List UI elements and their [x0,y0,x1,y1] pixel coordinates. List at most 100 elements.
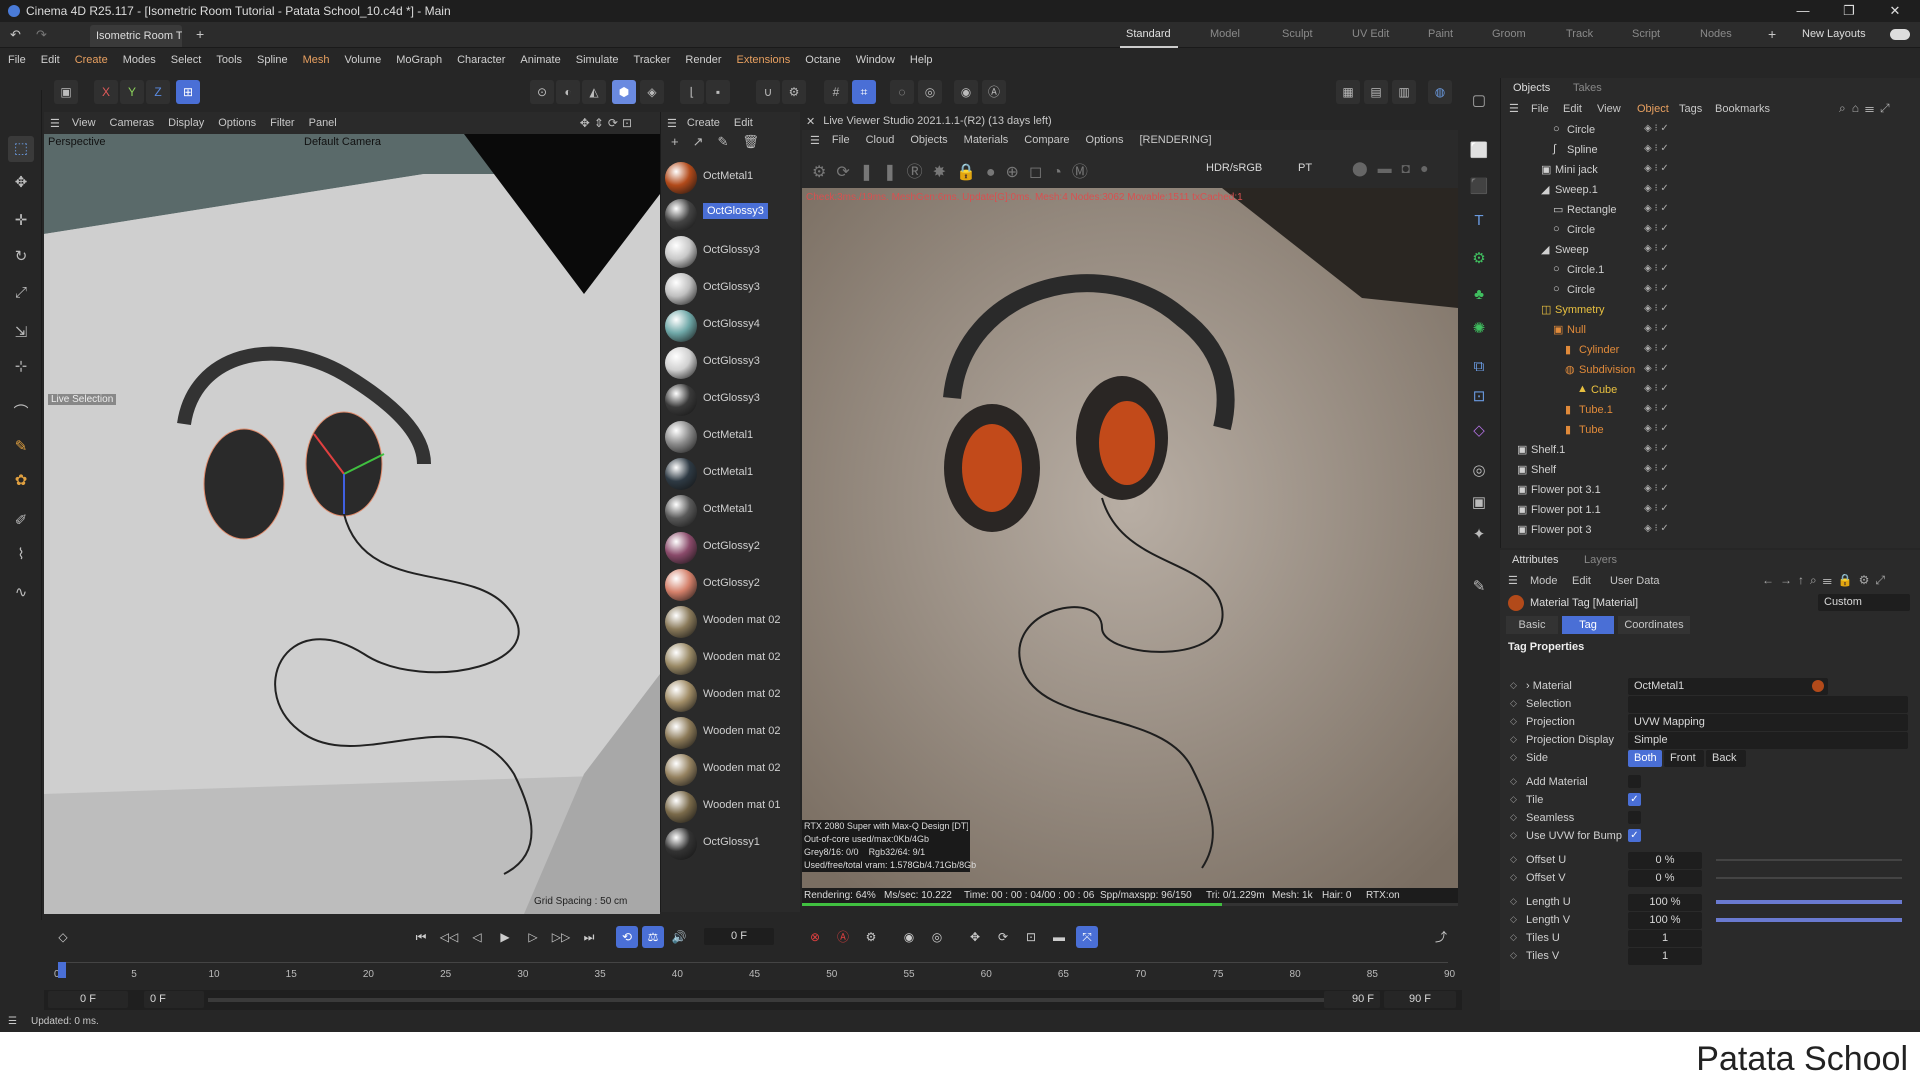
range-end2-field[interactable]: 90 F [1384,991,1456,1008]
knife-tool-icon[interactable]: ⌒ [8,400,34,426]
anim-diamond-icon[interactable]: ◇ [1510,872,1517,883]
scale-tool-icon[interactable]: ⤢ [8,280,34,306]
camera-label[interactable]: Default Camera [304,136,381,148]
layout-tab-sculpt[interactable]: Sculpt [1282,28,1313,40]
new-layouts-button[interactable]: New Layouts [1802,28,1866,40]
motion-icon[interactable]: ⤧ [1076,926,1098,948]
keyframe-diamond-icon[interactable]: ◇ [52,926,74,948]
obj-menu-edit[interactable]: Edit [1563,103,1582,115]
layout-tab-uv-edit[interactable]: UV Edit [1352,28,1389,40]
status-menu-icon[interactable]: ☰ [8,1016,17,1027]
viewport-menu-view[interactable]: View [72,117,96,129]
octane-viewer-icon[interactable]: ▢ [1466,88,1492,114]
lv-menu-options[interactable]: Options [1086,134,1124,146]
length-v-slider[interactable] [1716,918,1902,922]
visibility-icons[interactable]: ◈ ⁝ ✓ [1644,523,1669,534]
render-region-icon[interactable]: ▦ [1336,80,1360,104]
axis-y-button[interactable]: Y [120,80,144,104]
material-item[interactable]: OctGlossy2 [661,530,793,564]
smooth-tool-icon[interactable]: ⌇ [8,542,34,568]
add-material-checkbox[interactable] [1628,775,1641,788]
visibility-icons[interactable]: ◈ ⁝ ✓ [1644,503,1669,514]
effector-icon[interactable]: ✺ [1466,316,1492,342]
light-bulb-icon[interactable]: ✦ [1466,522,1492,548]
lv-tool-icons[interactable]: ⚙⟳❚❚Ⓡ✸🔒●⊕◻◔Ⓜ [812,158,1098,182]
material-item[interactable]: Wooden mat 02 [661,641,793,675]
workplane-icon[interactable]: ⌊ [680,80,704,104]
viewport-menu-options[interactable]: Options [218,117,256,129]
material-item[interactable]: Wooden mat 02 [661,604,793,638]
obj-menu-file[interactable]: File [1531,103,1549,115]
document-tab[interactable]: Isometric Room T... ✕ [90,25,182,47]
undo-icon[interactable]: ↶ [10,27,21,43]
obj-menu-tags[interactable]: Tags [1679,103,1702,115]
anim-diamond-icon[interactable]: ◇ [1510,716,1517,727]
timeline-window-icon[interactable]: ⤴ [1430,926,1452,948]
axis-tool-icon[interactable]: ⊹ [8,354,34,380]
viewport-menu-panel[interactable]: Panel [309,117,337,129]
visibility-icons[interactable]: ◈ ⁝ ✓ [1644,443,1669,454]
deformer-icon[interactable]: ⧉ [1466,354,1492,380]
layout-tab-nodes[interactable]: Nodes [1700,28,1732,40]
side-both-button[interactable]: Both [1628,750,1662,767]
menu-character[interactable]: Character [457,54,505,66]
material-menu-edit[interactable]: Edit [734,117,753,129]
object-row[interactable]: ▣ Flower pot 3 ◈ ⁝ ✓ [1501,520,1920,540]
move-tool-icon[interactable]: ✛ [8,208,34,234]
prev-frame-icon[interactable]: ◁ [466,926,488,948]
menu-window[interactable]: Window [856,54,895,66]
menu-file[interactable]: File [8,54,26,66]
object-row[interactable]: ○ Circle ◈ ⁝ ✓ [1501,220,1920,240]
key-rot-icon[interactable]: ◎ [926,926,948,948]
lv-menu-cloud[interactable]: Cloud [866,134,895,146]
light-icon[interactable]: ◌ [890,80,914,104]
object-mode-icon[interactable]: ⬢ [612,80,636,104]
close-icon[interactable]: ✕ [1872,0,1918,22]
material-item[interactable]: OctGlossy4 [661,308,793,342]
object-row[interactable]: ▣ Mini jack ◈ ⁝ ✓ [1501,160,1920,180]
attr-nav-icons[interactable]: ←→↑⌕☰🔒⚙⤢ [1762,573,1891,588]
redo-icon[interactable]: ↷ [36,27,47,43]
tile-checkbox[interactable]: ✓ [1628,793,1641,806]
key-pla-icon[interactable]: ⊡ [1020,926,1042,948]
layout-toggle-icon[interactable] [1890,29,1910,40]
layout-tab-script[interactable]: Script [1632,28,1660,40]
texture-mode-icon[interactable]: ◈ [640,80,664,104]
prev-key-icon[interactable]: ◁◁ [438,926,460,948]
sculpt-tool-icon[interactable]: ✿ [8,468,34,494]
selection-field[interactable] [1628,696,1908,713]
anim-diamond-icon[interactable]: ◇ [1510,680,1517,691]
anim-diamond-icon[interactable]: ◇ [1510,896,1517,907]
object-row[interactable]: ▣ Shelf.1 ◈ ⁝ ✓ [1501,440,1920,460]
object-row[interactable]: ▣ Shelf ◈ ⁝ ✓ [1501,460,1920,480]
visibility-icons[interactable]: ◈ ⁝ ✓ [1644,383,1669,394]
lv-menu-materials[interactable]: Materials [964,134,1009,146]
viewport-menu-filter[interactable]: Filter [270,117,294,129]
subtab-coordinates[interactable]: Coordinates [1618,616,1690,634]
object-row[interactable]: ○ Circle ◈ ⁝ ✓ [1501,280,1920,300]
object-row[interactable]: ▭ Rectangle ◈ ⁝ ✓ [1501,200,1920,220]
visibility-icons[interactable]: ◈ ⁝ ✓ [1644,423,1669,434]
material-item[interactable]: Wooden mat 01 [661,789,793,823]
menu-extensions[interactable]: Extensions [736,54,790,66]
material-item[interactable]: OctGlossy3 [661,382,793,416]
playhead[interactable] [58,962,66,978]
selection-tool-icon[interactable]: ⬚ [8,136,34,162]
tab-layers[interactable]: Layers [1584,554,1617,566]
viewport-menu-cameras[interactable]: Cameras [110,117,155,129]
material-swatch-icon[interactable] [1812,680,1824,692]
material-item[interactable]: Wooden mat 02 [661,752,793,786]
tiles-v-field[interactable]: 1 [1628,948,1702,965]
paint-tool-icon[interactable]: ✎ [8,434,34,460]
axis-z-button[interactable]: Z [146,80,170,104]
anim-diamond-icon[interactable]: ◇ [1510,950,1517,961]
range-start2-field[interactable]: 0 F [144,991,204,1008]
spline-icon[interactable]: ◇ [1466,418,1492,444]
menu-render[interactable]: Render [685,54,721,66]
cube-icon[interactable]: ⬛ [1466,174,1492,200]
axis-x-button[interactable]: X [94,80,118,104]
obj-menu-bookmarks[interactable]: Bookmarks [1715,103,1770,115]
visibility-icons[interactable]: ◈ ⁝ ✓ [1644,263,1669,274]
play-icon[interactable]: ▶ [494,926,516,948]
subtab-basic[interactable]: Basic [1506,616,1558,634]
